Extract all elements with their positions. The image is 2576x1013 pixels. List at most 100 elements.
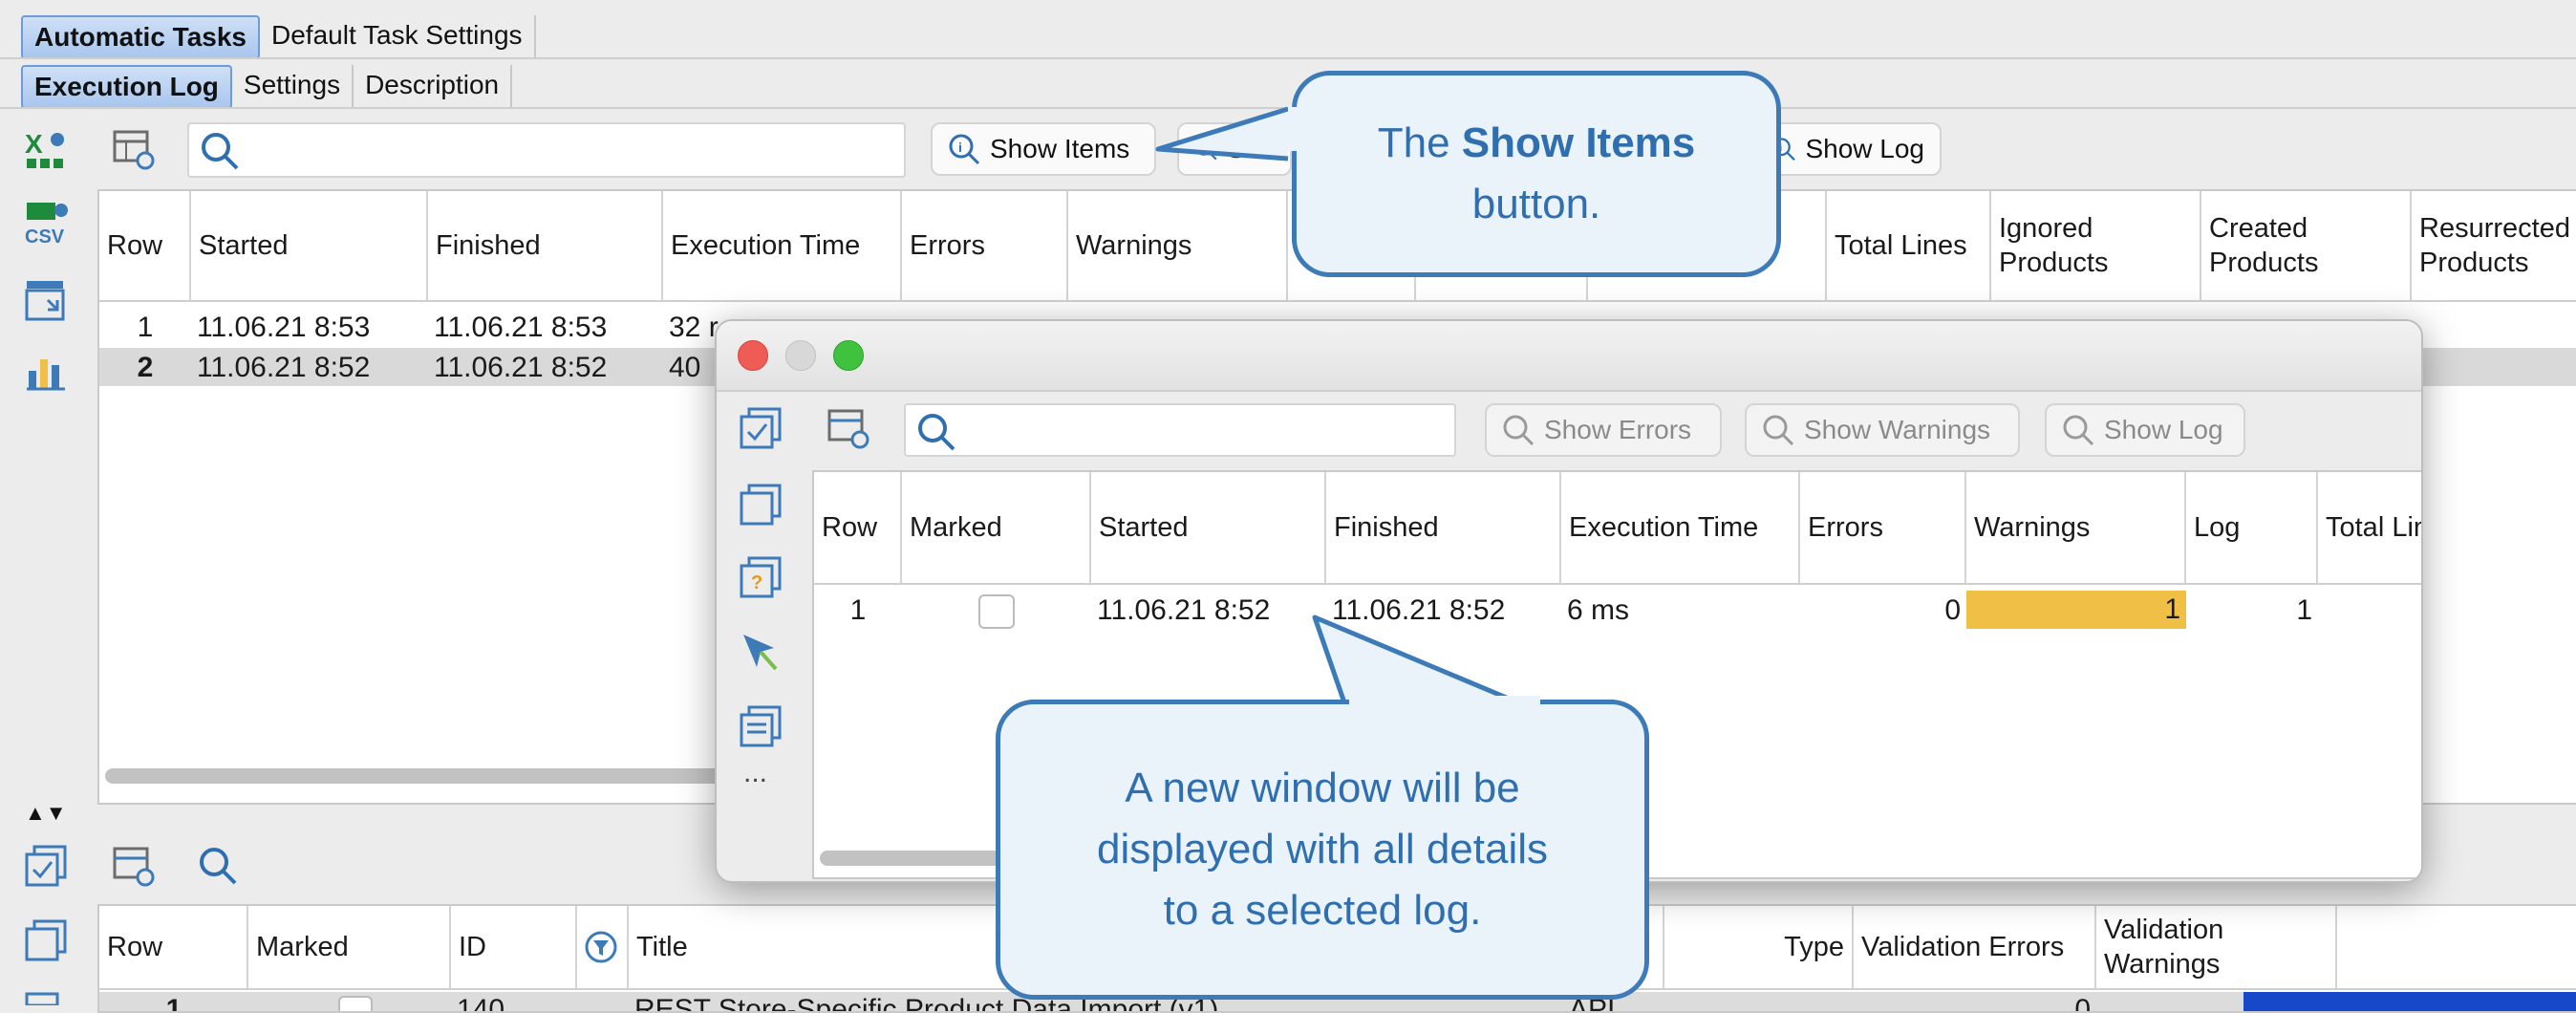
show-errors-button[interactable]: Show Errors — [1485, 403, 1722, 457]
col-header-marked[interactable]: Marked — [902, 472, 1091, 585]
table-settings-icon[interactable] — [827, 407, 871, 451]
started-cell: 11.06.21 8:53 — [197, 312, 371, 343]
exec-time-cell: 6 ms — [1567, 594, 1630, 626]
col-header-ignored-products[interactable]: Ignored Products — [1991, 191, 2201, 302]
info-magnifier-icon: i — [949, 134, 980, 165]
row-number: 1 — [849, 594, 867, 626]
svg-text:?: ? — [751, 572, 762, 593]
col-header-warnings[interactable]: Warnings — [1068, 191, 1288, 302]
excel-export-icon[interactable]: X — [25, 128, 71, 172]
check-all-icon[interactable] — [25, 845, 69, 889]
import-table-icon[interactable] — [25, 279, 69, 323]
callout-pointer-cover — [1288, 107, 1298, 151]
callout-line: A new window will be — [1125, 765, 1520, 811]
info-magnifier-icon — [2063, 415, 2094, 446]
uncheck-all-icon[interactable] — [25, 919, 69, 963]
started-cell: 11.06.21 8:52 — [197, 352, 371, 383]
callout-pointer-cover — [1349, 696, 1540, 707]
col-header-total-lines[interactable]: Total Lines — [1827, 191, 1991, 302]
finished-cell: 11.06.21 8:52 — [434, 352, 608, 383]
callout-line: to a selected log. — [1163, 887, 1482, 934]
show-errors-label: Show Errors — [1544, 415, 1692, 444]
chart-icon[interactable] — [25, 348, 69, 392]
col-header-warnings[interactable]: Warnings — [1966, 472, 2186, 585]
selection-highlight — [2243, 992, 2576, 1011]
show-log-button[interactable]: i Show Log — [1754, 122, 1942, 176]
filter-icon — [585, 931, 617, 963]
col-header-validation-errors[interactable]: Validation Errors — [1854, 906, 2096, 990]
col-header-started[interactable]: Started — [1091, 472, 1326, 585]
callout-line: The Show Items — [1377, 119, 1696, 166]
check-all-icon[interactable] — [740, 407, 784, 451]
window-titlebar[interactable] — [717, 321, 2421, 392]
search-icon — [202, 133, 239, 170]
col-header-created-products[interactable]: Created Products — [2201, 191, 2412, 302]
col-header-row[interactable]: Row — [99, 906, 248, 990]
tab-execution-log[interactable]: Execution Log — [21, 65, 232, 109]
show-warnings-label: Show Warnings — [1804, 415, 1991, 444]
col-header-log[interactable]: Log — [2186, 472, 2318, 585]
col-header-validation-warnings[interactable]: Validation Warnings — [2096, 906, 2337, 990]
col-header-type[interactable]: Type — [1664, 906, 1854, 990]
col-header-marked[interactable]: Marked — [248, 906, 451, 990]
select-cursor-icon[interactable] — [740, 631, 784, 675]
csv-export-icon[interactable]: CSV — [25, 201, 71, 247]
show-items-button[interactable]: i Show Items — [931, 122, 1156, 176]
show-log-label: Show Log — [2104, 415, 2223, 444]
col-header-finished[interactable]: Finished — [428, 191, 663, 302]
callout-line: displayed with all details — [1096, 826, 1549, 873]
show-log-button[interactable]: Show Log — [2045, 403, 2245, 457]
info-magnifier-icon — [1503, 415, 1535, 446]
table-row[interactable]: 1 11.06.21 8:52 11.06.21 8:52 6 ms 0 1 1 — [814, 591, 2421, 629]
popup-search-input[interactable] — [904, 403, 1456, 457]
show-warnings-button[interactable]: Show Warnings — [1745, 403, 2020, 457]
close-window-button[interactable] — [738, 340, 768, 371]
col-header-errors[interactable]: Errors — [902, 191, 1068, 302]
col-header-id[interactable]: ID — [451, 906, 577, 990]
col-header-row[interactable]: Row — [99, 191, 191, 302]
svg-text:i: i — [958, 140, 962, 155]
tab-settings[interactable]: Settings — [232, 65, 354, 109]
filter-icon-column[interactable] — [577, 906, 629, 990]
show-items-label: Show Items — [990, 134, 1130, 163]
info-magnifier-icon — [1763, 415, 1794, 446]
row-number: 1 — [137, 312, 154, 343]
zoom-window-button[interactable] — [833, 340, 864, 371]
callout-show-items: The Show Items button. — [1292, 71, 1781, 277]
top-tabbar: Automatic Tasks Default Task Settings — [21, 15, 536, 59]
sub-tabbar: Execution Log Settings Description — [21, 65, 513, 109]
marked-checkbox[interactable] — [338, 996, 373, 1011]
minimize-window-button[interactable] — [785, 340, 816, 371]
table-settings-icon[interactable] — [113, 845, 157, 889]
tab-default-task-settings[interactable]: Default Task Settings — [260, 15, 536, 59]
tab-automatic-tasks[interactable]: Automatic Tasks — [21, 15, 260, 59]
col-header-resurrected-products[interactable]: Resurrected Products — [2412, 191, 2576, 302]
col-header-errors[interactable]: Errors — [1800, 472, 1966, 585]
log-search-input[interactable] — [187, 122, 906, 178]
log-cell: 1 — [2296, 594, 2312, 626]
splitter-arrows-icon[interactable]: ▲▼ — [25, 801, 67, 826]
help-check-icon[interactable]: ? — [740, 556, 784, 600]
more-icon[interactable]: ... — [743, 757, 767, 789]
id-cell: 140 — [457, 994, 505, 1013]
tab-description[interactable]: Description — [354, 65, 513, 109]
marked-checkbox[interactable] — [978, 594, 1015, 629]
col-header-blank[interactable] — [2337, 906, 2576, 990]
more-tools-icon[interactable] — [25, 990, 69, 1005]
callout-line: button. — [1471, 181, 1601, 227]
col-header-total-lines[interactable]: Total Lines — [2318, 472, 2421, 585]
col-header-row[interactable]: Row — [814, 472, 902, 585]
started-cell: 11.06.21 8:52 — [1097, 594, 1271, 626]
uncheck-all-icon[interactable] — [740, 484, 784, 528]
row-number: 1 — [165, 994, 182, 1013]
col-header-started[interactable]: Started — [191, 191, 428, 302]
list-copy-icon[interactable] — [740, 705, 784, 749]
callout-new-window: A new window will be displayed with all … — [996, 700, 1649, 1000]
col-header-finished[interactable]: Finished — [1326, 472, 1561, 585]
finished-cell: 11.06.21 8:53 — [434, 312, 608, 343]
warnings-cell: 1 — [1966, 591, 2186, 629]
table-settings-icon[interactable] — [113, 128, 157, 172]
show-log-label: Show Log — [1805, 134, 1924, 163]
col-header-execution-time[interactable]: Execution Time — [1561, 472, 1800, 585]
col-header-execution-time[interactable]: Execution Time — [663, 191, 902, 302]
